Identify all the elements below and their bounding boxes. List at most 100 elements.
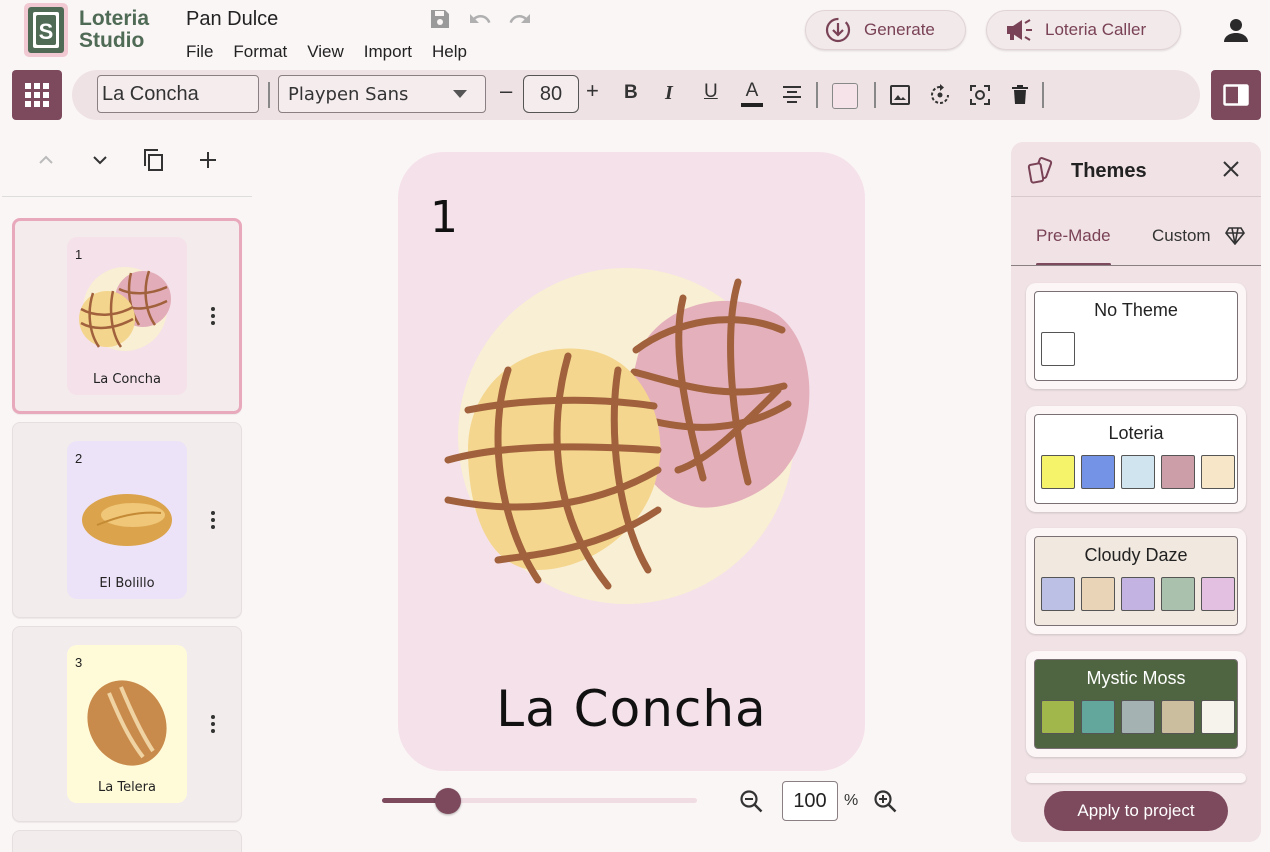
- concha-image: [79, 267, 171, 351]
- save-icon[interactable]: [428, 7, 452, 31]
- zoom-out-icon[interactable]: [738, 788, 764, 814]
- theme-swatches: [1041, 577, 1235, 611]
- font-family-value: Playpen Sans: [288, 83, 409, 105]
- zoom-slider-thumb[interactable]: [435, 788, 462, 814]
- menu-format[interactable]: Format: [233, 42, 287, 62]
- zoom-percent-unit: %: [844, 792, 859, 809]
- focus-frame-icon[interactable]: [968, 83, 992, 107]
- more-vert-icon[interactable]: [208, 713, 218, 735]
- font-size-input[interactable]: 80: [523, 75, 579, 113]
- italic-button[interactable]: I: [665, 82, 673, 105]
- color-swatch: [1041, 577, 1075, 611]
- theme-preview: Loteria: [1034, 414, 1238, 504]
- loteria-caller-button[interactable]: Loteria Caller: [986, 10, 1181, 50]
- close-icon[interactable]: [1220, 158, 1242, 180]
- theme-option-no-theme[interactable]: No Theme: [1026, 283, 1246, 389]
- mini-card-name: La Concha: [93, 372, 161, 387]
- add-card-icon[interactable]: [194, 146, 222, 174]
- generate-button[interactable]: Generate: [805, 10, 966, 50]
- menu-view[interactable]: View: [307, 42, 344, 62]
- font-size-decrease-button[interactable]: –: [500, 78, 512, 104]
- color-swatch: [1121, 700, 1155, 734]
- font-size-increase-button[interactable]: +: [586, 78, 599, 104]
- more-vert-icon[interactable]: [208, 305, 218, 327]
- menu-file[interactable]: File: [186, 42, 213, 62]
- underline-button[interactable]: U: [704, 81, 718, 103]
- theme-preview: No Theme: [1034, 291, 1238, 381]
- toolbar-divider: [268, 82, 270, 108]
- mini-card: 1 La Concha: [67, 237, 187, 395]
- tab-pre-made[interactable]: Pre-Made: [1036, 226, 1111, 246]
- tab-custom[interactable]: Custom: [1152, 226, 1245, 246]
- zoom-in-icon[interactable]: [872, 788, 898, 814]
- theme-preview: Cloudy Daze: [1034, 536, 1238, 626]
- color-swatch: [1161, 455, 1195, 489]
- side-panel-toggle-button[interactable]: [1211, 70, 1261, 120]
- zoom-slider[interactable]: [382, 788, 697, 814]
- toolbar-divider: [1042, 82, 1044, 108]
- color-swatch: [1161, 700, 1195, 734]
- diamond-icon: [1224, 227, 1245, 245]
- move-down-icon[interactable]: [86, 146, 114, 174]
- account-icon[interactable]: [1222, 16, 1250, 44]
- app-logo[interactable]: S Loteria Studio: [21, 0, 161, 60]
- card-number[interactable]: 1: [430, 192, 458, 243]
- redo-icon[interactable]: [508, 7, 532, 31]
- bolillo-image: [82, 494, 172, 546]
- font-family-select[interactable]: Playpen Sans: [278, 75, 486, 113]
- generate-icon: [825, 17, 851, 43]
- font-color-button[interactable]: A: [740, 81, 764, 109]
- caller-label: Loteria Caller: [1045, 20, 1147, 39]
- rotate-icon[interactable]: [928, 83, 952, 107]
- card-background-swatch[interactable]: [832, 83, 858, 109]
- card-canvas[interactable]: 1 La Concha: [398, 152, 865, 771]
- logo-letter: S: [39, 19, 54, 44]
- mini-card: 2 El Bolillo: [67, 441, 187, 599]
- color-swatch: [1201, 577, 1235, 611]
- card-thumbnail-selected[interactable]: 1 La Concha: [12, 218, 242, 414]
- color-swatch: [1041, 332, 1075, 366]
- insert-image-icon[interactable]: [888, 83, 912, 107]
- color-swatch: [1041, 700, 1075, 734]
- more-vert-icon[interactable]: [208, 509, 218, 531]
- card-name[interactable]: La Concha: [398, 680, 865, 738]
- bold-button[interactable]: B: [624, 82, 638, 104]
- card-grid-button[interactable]: [12, 70, 62, 120]
- delete-icon[interactable]: [1008, 83, 1032, 107]
- logo-line-2: Studio: [79, 29, 145, 52]
- duplicate-icon[interactable]: [140, 146, 168, 174]
- align-center-icon[interactable]: [780, 83, 804, 107]
- megaphone-icon: [1007, 19, 1032, 41]
- card-text-input[interactable]: La Concha: [97, 75, 259, 113]
- color-swatch: [1121, 577, 1155, 611]
- theme-name: No Theme: [1094, 300, 1178, 320]
- apply-to-project-button[interactable]: Apply to project: [1044, 791, 1228, 831]
- generate-label: Generate: [864, 20, 935, 39]
- theme-swatches: [1041, 700, 1235, 734]
- theme-option-loteria[interactable]: Loteria: [1026, 406, 1246, 512]
- move-up-icon[interactable]: [32, 146, 60, 174]
- menu-import[interactable]: Import: [364, 42, 412, 62]
- card-thumbnail[interactable]: [12, 830, 242, 852]
- menu-help[interactable]: Help: [432, 42, 467, 62]
- card-thumbnail[interactable]: 2 El Bolillo: [12, 422, 242, 618]
- logo-line-1: Loteria: [79, 7, 150, 30]
- color-swatch: [1201, 455, 1235, 489]
- undo-icon[interactable]: [468, 7, 492, 31]
- tabs-divider: [1011, 265, 1261, 266]
- theme-option[interactable]: [1026, 773, 1246, 783]
- theme-preview: Mystic Moss: [1034, 659, 1238, 749]
- document-title[interactable]: Pan Dulce: [186, 8, 278, 31]
- concha-illustration[interactable]: [438, 260, 818, 620]
- toolbar-divider: [816, 82, 818, 108]
- toolbar-divider: [874, 82, 876, 108]
- themes-panel: Themes Pre-Made Custom No Theme Loteria …: [1011, 142, 1261, 842]
- mini-card-name: La Telera: [98, 780, 156, 795]
- zoom-percent-input[interactable]: 100: [782, 781, 838, 821]
- tab-custom-label: Custom: [1152, 226, 1211, 245]
- color-swatch: [1201, 700, 1235, 734]
- font-color-glyph: A: [745, 80, 759, 101]
- card-thumbnail[interactable]: 3 La Telera: [12, 626, 242, 822]
- theme-option-mystic-moss[interactable]: Mystic Moss: [1026, 651, 1246, 757]
- theme-option-cloudy-daze[interactable]: Cloudy Daze: [1026, 528, 1246, 634]
